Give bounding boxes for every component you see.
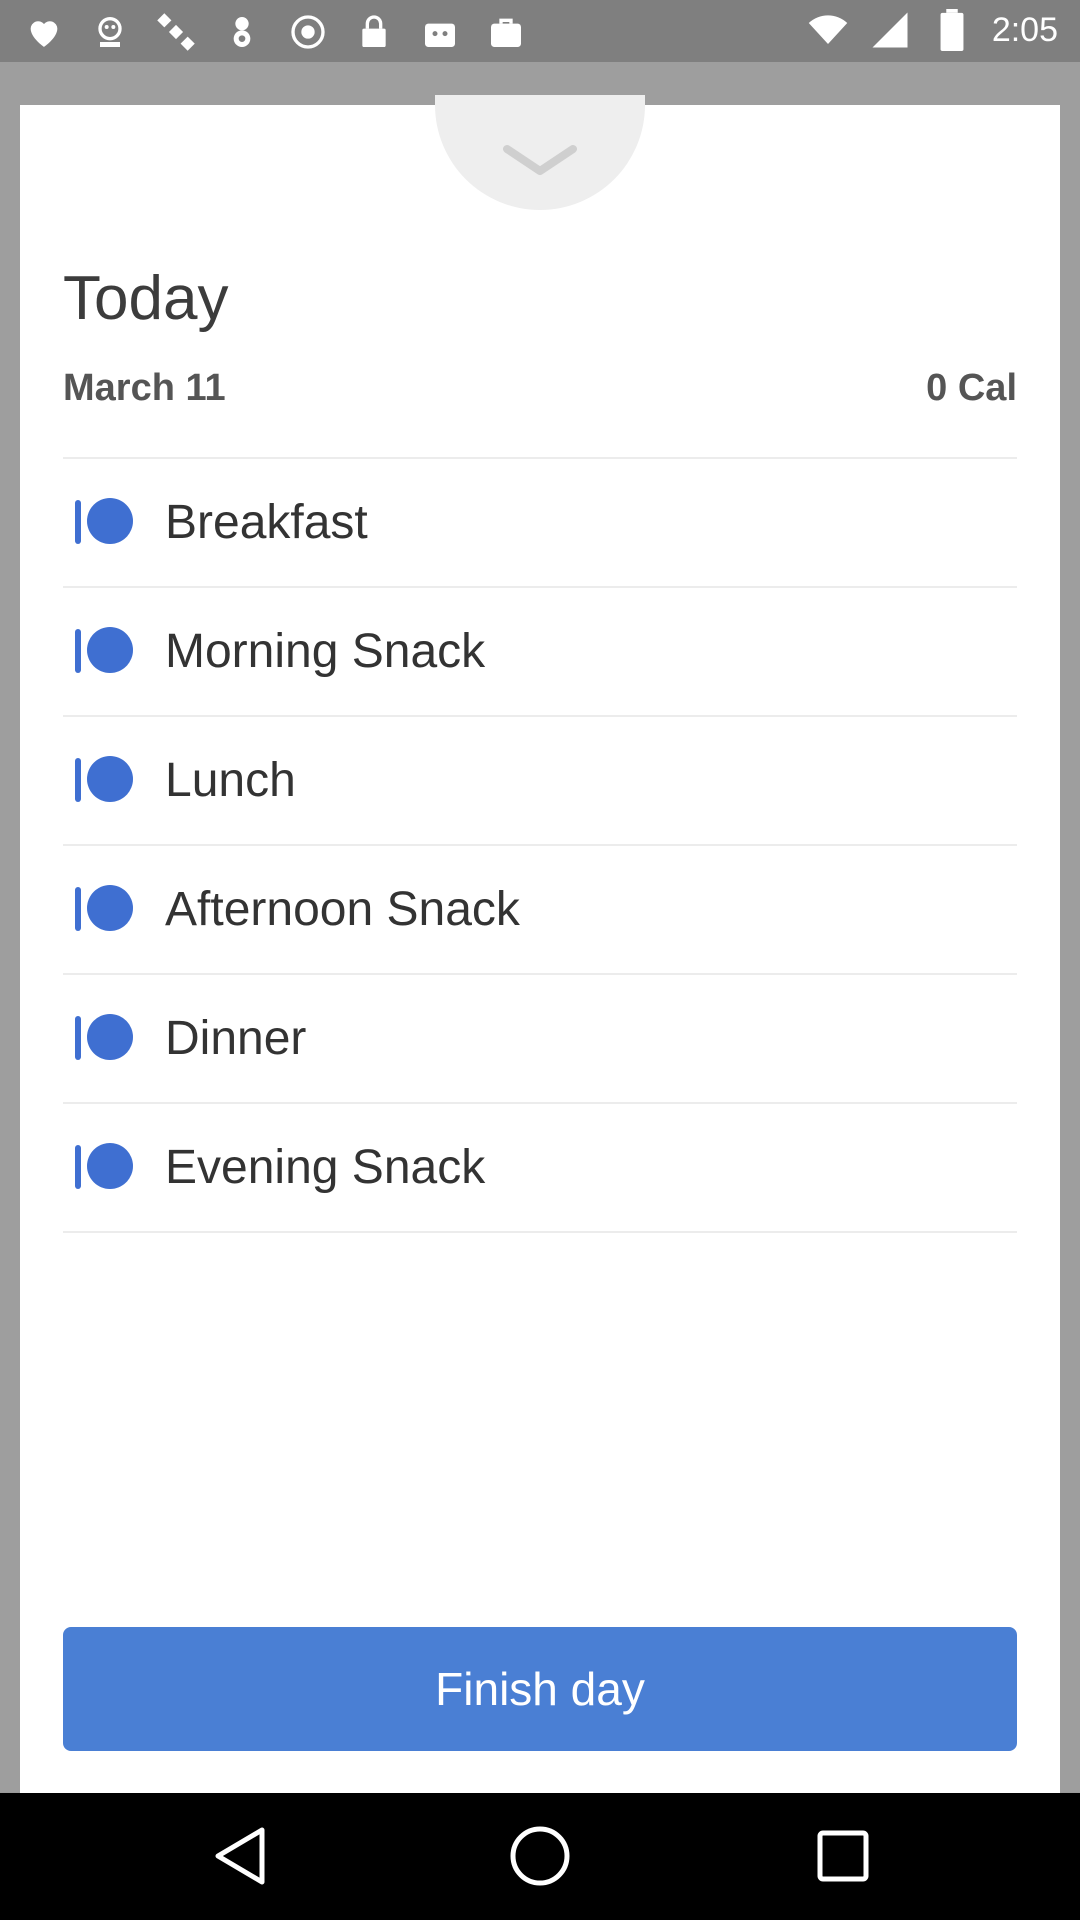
date-label: March 11 [63, 367, 226, 409]
collapse-button[interactable] [435, 95, 645, 210]
status-bar: 2:05 [0, 0, 1080, 62]
lock-icon [352, 10, 396, 54]
meal-item-breakfast[interactable]: Breakfast [63, 459, 1017, 588]
wifi-icon [806, 8, 850, 52]
chevron-down-icon [503, 143, 577, 182]
back-button[interactable] [205, 1821, 275, 1891]
meal-icon [75, 884, 135, 935]
meal-label: Breakfast [165, 496, 368, 549]
meal-label: Afternoon Snack [165, 883, 520, 936]
finish-day-button[interactable]: Finish day [63, 1627, 1017, 1751]
heart-icon [22, 10, 66, 54]
clock: 2:05 [991, 11, 1058, 49]
meal-icon [75, 755, 135, 806]
battery-icon [930, 8, 974, 52]
bag-icon [418, 10, 462, 54]
meal-label: Evening Snack [165, 1141, 486, 1194]
day-summary-sheet: Today March 11 0 Cal Breakfast Morning S… [20, 95, 1060, 1795]
system-icons: 2:05 [806, 8, 1058, 52]
meal-item-morning-snack[interactable]: Morning Snack [63, 588, 1017, 717]
notification-icons [22, 10, 528, 54]
bot-icon [88, 10, 132, 54]
calorie-total: 0 Cal [926, 367, 1017, 409]
page-title: Today [63, 264, 229, 333]
meal-item-dinner[interactable]: Dinner [63, 975, 1017, 1104]
meal-item-afternoon-snack[interactable]: Afternoon Snack [63, 846, 1017, 975]
bag-icon [484, 10, 528, 54]
meal-icon [75, 1013, 135, 1064]
recents-button[interactable] [808, 1821, 878, 1891]
navigation-bar [0, 1793, 1080, 1920]
meal-icon [75, 497, 135, 548]
meal-item-evening-snack[interactable]: Evening Snack [63, 1104, 1017, 1233]
fake-gps-icon [154, 10, 198, 54]
meal-item-lunch[interactable]: Lunch [63, 717, 1017, 846]
signal-icon [868, 8, 912, 52]
home-button[interactable] [505, 1821, 575, 1891]
location-icon [220, 10, 264, 54]
meal-label: Dinner [165, 1012, 307, 1065]
meal-label: Morning Snack [165, 625, 486, 678]
meal-list: Breakfast Morning Snack Lunch Afternoon … [63, 457, 1017, 1233]
meal-icon [75, 1142, 135, 1193]
meal-icon [75, 626, 135, 677]
circle-icon [286, 10, 330, 54]
meal-label: Lunch [165, 754, 296, 807]
